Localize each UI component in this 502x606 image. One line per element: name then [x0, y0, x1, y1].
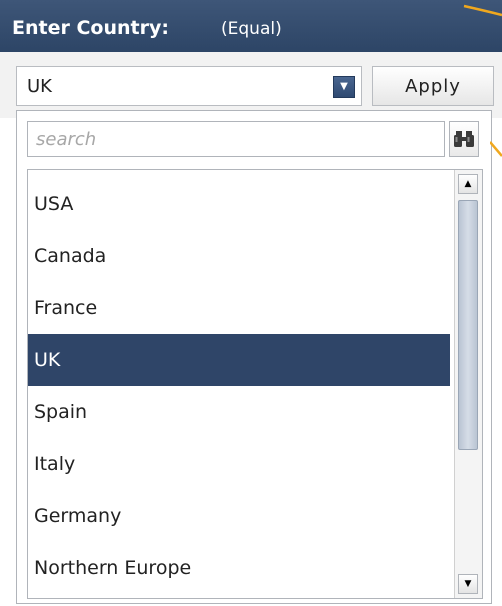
list-item-usa[interactable]: USA: [28, 178, 450, 230]
scroll-thumb[interactable]: [458, 200, 478, 450]
country-dropdown-panel: USACanadaFranceUKSpainItalyGermanyNorthe…: [16, 110, 492, 604]
list-item-france[interactable]: France: [28, 282, 450, 334]
callout-pointer-icon: [490, 141, 502, 157]
list-item-germany[interactable]: Germany: [28, 490, 450, 542]
filter-operator: (Equal): [221, 19, 282, 39]
search-input[interactable]: [27, 121, 445, 157]
callout-accent-icon: [463, 4, 502, 17]
list-item-uk[interactable]: UK: [28, 334, 450, 386]
apply-button[interactable]: Apply: [372, 66, 494, 106]
list-item-spain[interactable]: Spain: [28, 386, 450, 438]
filter-header: Enter Country: (Equal): [0, 0, 502, 52]
list-item-canada[interactable]: Canada: [28, 230, 450, 282]
binoculars-icon: [454, 131, 474, 147]
country-list: USA Canada France UK Spain Italy Germany Northe…: [28, 170, 450, 594]
scroll-up-arrow-icon[interactable]: ▲: [458, 174, 478, 194]
list-item-northern-europe[interactable]: Northern Europe: [28, 542, 450, 594]
search-button[interactable]: [449, 121, 479, 157]
filter-title: Enter Country:: [12, 17, 169, 39]
country-listbox[interactable]: USA Canada France UK Spain Italy Germany Northe…: [27, 169, 483, 599]
list-scrollbar[interactable]: ▲ ▼: [454, 170, 482, 598]
chevron-down-icon[interactable]: ▼: [333, 76, 355, 98]
country-select[interactable]: UK ▼: [16, 66, 362, 106]
list-item-italy[interactable]: Italy: [28, 438, 450, 490]
scroll-down-arrow-icon[interactable]: ▼: [458, 574, 478, 594]
country-select-value: UK: [27, 76, 52, 97]
